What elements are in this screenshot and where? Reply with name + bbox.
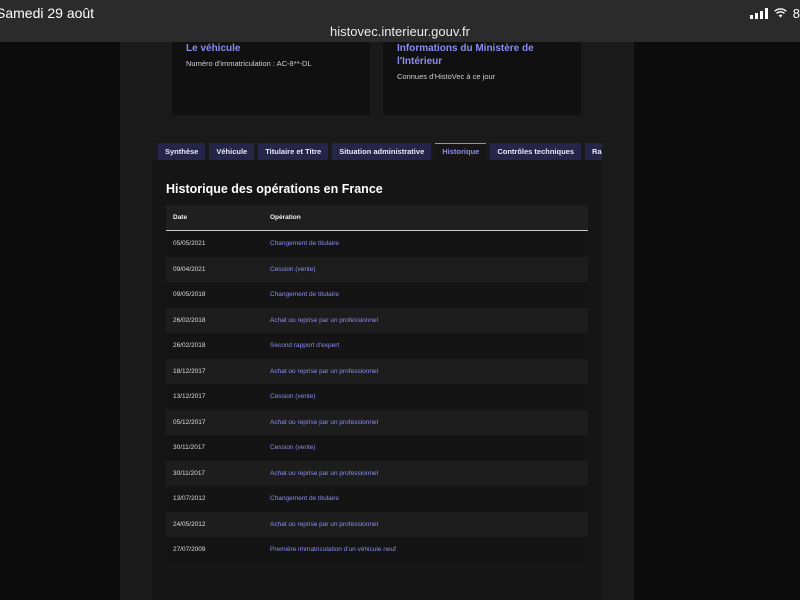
operation-type: Achat ou reprise par un professionnel — [270, 316, 379, 324]
cellular-signal-icon — [749, 7, 768, 19]
table-row: 13/07/2012 Changement de titulaire — [166, 486, 588, 512]
ministry-info-card[interactable]: Informations du Ministère de l'Intérieur… — [383, 42, 581, 115]
table-row: 30/11/2017 Achat ou reprise par un profes… — [166, 460, 588, 486]
operation-type: Achat ou reprise par un professionnel — [270, 367, 379, 375]
table-row: 24/05/2012 Achat ou reprise par un profes… — [166, 511, 588, 537]
operation-date: 05/05/2021 — [173, 240, 206, 248]
tab-controles-techniques[interactable]: Contrôles techniques — [490, 143, 582, 160]
operation-date: 26/02/2018 — [173, 342, 206, 350]
operation-type: Cession (vente) — [270, 393, 316, 401]
operation-type: Première immatriculation d'un véhicule n… — [270, 546, 396, 554]
operation-type: Achat ou reprise par un professionnel — [270, 418, 379, 426]
operation-type: Changement de titulaire — [270, 291, 340, 299]
table-row: 18/12/2017 Achat ou reprise par un profes… — [166, 358, 588, 384]
operation-date: 27/07/2009 — [173, 546, 206, 554]
operation-type: Achat ou reprise par un professionnel — [270, 520, 379, 528]
column-header-operation: Opération — [270, 214, 301, 221]
table-row: 05/05/2021 Changement de titulaire — [166, 231, 588, 257]
table-row: 30/11/2017 Cession (vente) — [166, 435, 588, 461]
history-panel: Historique des opérations en France Date… — [152, 160, 602, 600]
ministry-card-title-line2: l'Intérieur — [397, 56, 443, 67]
operation-type: Second rapport d'expert — [270, 342, 340, 350]
operation-date: 05/12/2017 — [173, 418, 206, 426]
table-row: 26/02/2018 Achat ou reprise par un profes… — [166, 307, 588, 333]
operation-type: Cession (vente) — [270, 265, 316, 273]
table-row: 13/12/2017 Cession (vente) — [166, 384, 588, 410]
operation-date: 13/07/2012 — [173, 495, 206, 503]
table-row: 27/07/2009 Première immatriculation d'un … — [166, 537, 588, 563]
operation-type: Achat ou reprise par un professionnel — [270, 469, 379, 477]
table-row: 05/12/2017 Achat ou reprise par un profes… — [166, 409, 588, 435]
tab-rapport[interactable]: Rapport — [585, 143, 602, 160]
operation-date: 09/05/2018 — [173, 291, 206, 299]
registration-number: Numéro d'immatriculation : AC-8**-DL — [186, 59, 312, 68]
status-icons: 8 — [749, 5, 800, 21]
operation-date: 18/12/2017 — [173, 367, 206, 375]
tab-historique[interactable]: Historique — [435, 143, 487, 160]
history-title: Historique des opérations en France — [166, 182, 383, 196]
battery-percent: 8 — [792, 5, 800, 21]
operation-date: 13/12/2017 — [173, 393, 206, 401]
report-tabs: Synthèse Véhicule Titulaire et Titre Sit… — [158, 143, 602, 160]
operation-type: Cession (vente) — [270, 444, 316, 452]
table-row: 09/05/2018 Changement de titulaire — [166, 282, 588, 308]
status-date: Samedi 29 août — [0, 5, 95, 21]
tab-synthese[interactable]: Synthèse — [158, 143, 206, 160]
wifi-icon — [773, 8, 787, 18]
operation-type: Changement de titulaire — [270, 495, 340, 503]
table-row: 09/04/2021 Cession (vente) — [166, 256, 588, 282]
ministry-card-title-line1: Informations du Ministère de — [397, 43, 534, 54]
operation-date: 09/04/2021 — [173, 265, 206, 273]
history-table: Date Opération 05/05/2021 Changement de t… — [166, 205, 588, 563]
table-header: Date Opération — [166, 205, 588, 231]
operation-date: 30/11/2017 — [173, 469, 206, 477]
status-bar: Samedi 29 août 8 histovec.interieur.gouv… — [0, 0, 800, 42]
vehicle-card[interactable]: Le véhicule Numéro d'immatriculation : A… — [172, 42, 370, 115]
table-row: 26/02/2018 Second rapport d'expert — [166, 333, 588, 359]
column-header-date: Date — [173, 214, 188, 221]
operation-date: 24/05/2012 — [173, 520, 206, 528]
table-body: 05/05/2021 Changement de titulaire 09/04/2… — [166, 231, 588, 563]
tab-vehicule[interactable]: Véhicule — [209, 143, 255, 160]
vehicle-card-title: Le véhicule — [186, 43, 241, 54]
tab-situation-administrative[interactable]: Situation administrative — [332, 143, 432, 160]
operation-date: 30/11/2017 — [173, 444, 206, 452]
operation-type: Changement de titulaire — [270, 240, 340, 248]
ministry-card-subtitle: Connues d'HistoVec à ce jour — [397, 72, 496, 81]
tab-titulaire-titre[interactable]: Titulaire et Titre — [258, 143, 329, 160]
operation-date: 26/02/2018 — [173, 316, 206, 324]
right-margin — [634, 42, 800, 600]
address-bar-url[interactable]: histovec.interieur.gouv.fr — [0, 24, 800, 39]
